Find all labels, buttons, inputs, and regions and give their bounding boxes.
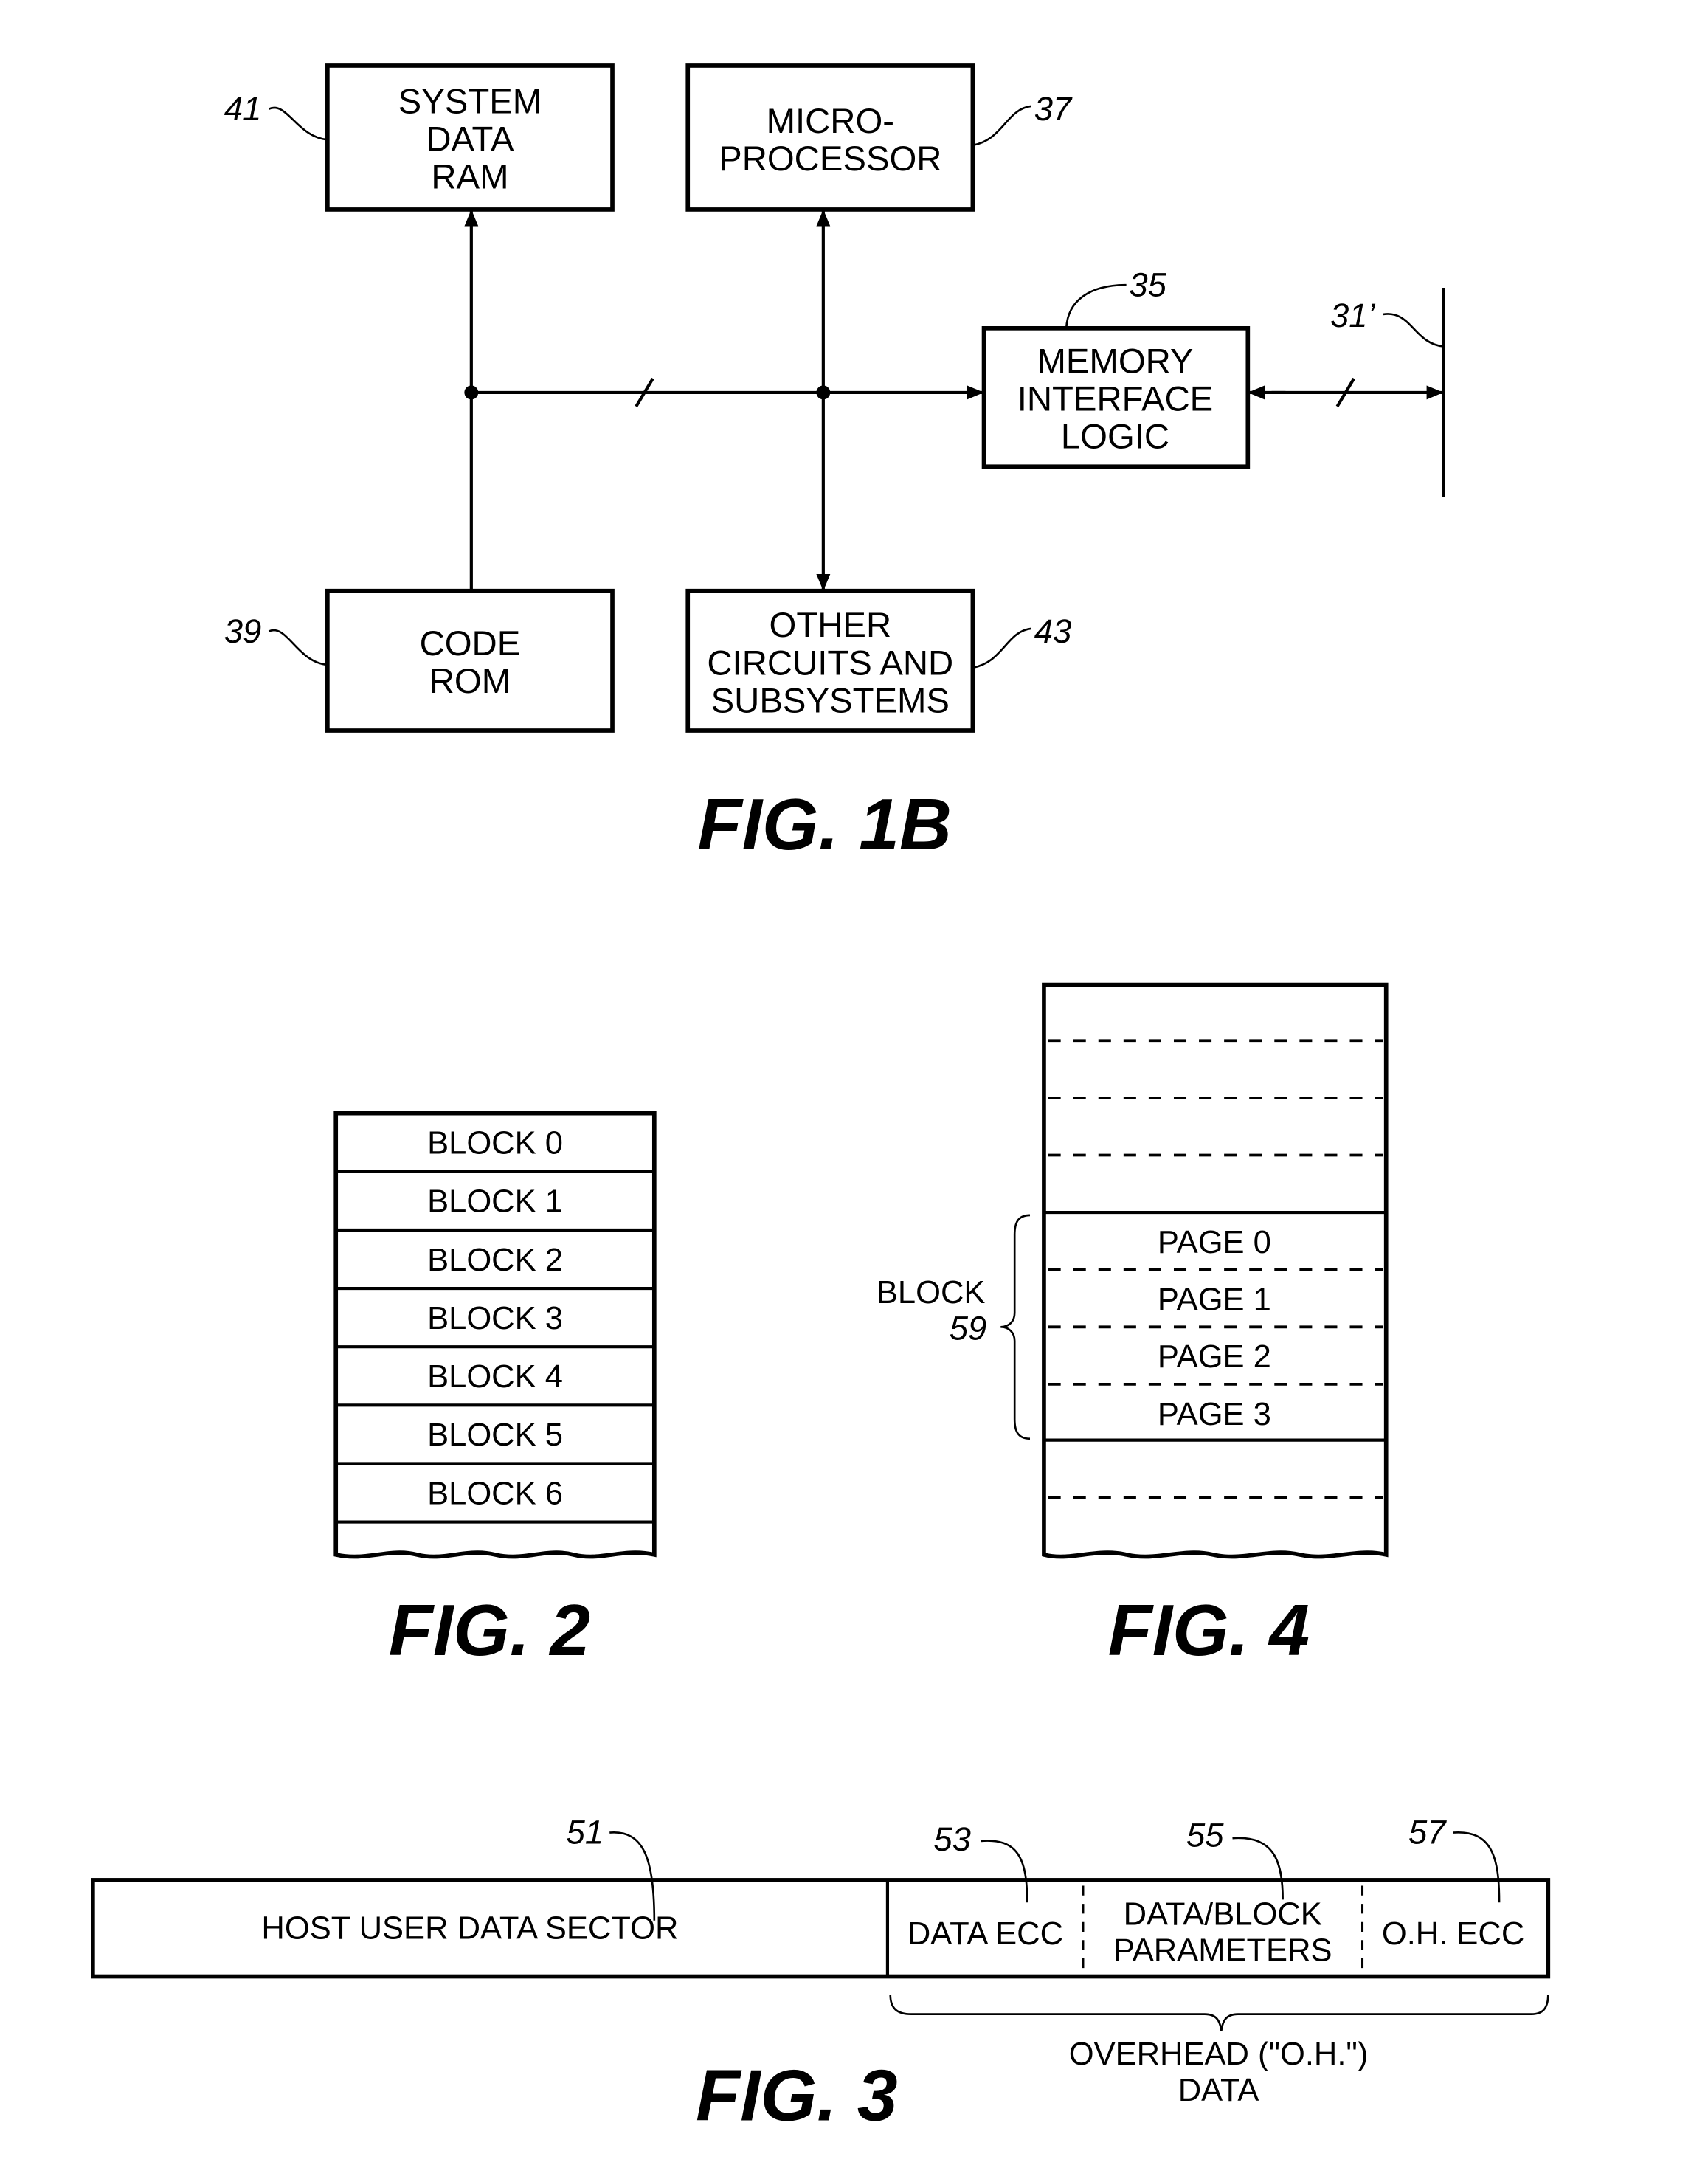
- system-data-ram-line-1: SYSTEM: [398, 82, 542, 121]
- page-0-label: PAGE 0: [1158, 1225, 1271, 1260]
- fig-1b-caption: FIG. 1B: [697, 784, 952, 865]
- block-6-label: BLOCK 6: [427, 1476, 563, 1511]
- memory-interface-line-1: MEMORY: [1037, 342, 1193, 381]
- block-1-label: BLOCK 1: [427, 1184, 563, 1220]
- ref-31-prime: 31’: [1330, 297, 1376, 334]
- block-59-label: BLOCK: [877, 1275, 986, 1310]
- fig-2-caption: FIG. 2: [389, 1589, 590, 1671]
- microprocessor-block: MICRO- PROCESSOR 37: [685, 63, 1073, 212]
- other-circuits-line-2: CIRCUITS AND: [707, 643, 953, 683]
- ref-39: 39: [224, 612, 262, 650]
- system-data-ram-block: SYSTEM DATA RAM 41: [224, 63, 615, 212]
- internal-bus: [464, 209, 984, 591]
- other-circuits-block: OTHER CIRCUITS AND SUBSYSTEMS 43: [685, 588, 1072, 733]
- ref-37: 37: [1034, 90, 1073, 128]
- leader-43: [972, 627, 1032, 669]
- leader-39: [268, 629, 328, 666]
- data-block-params-line-1: DATA/BLOCK: [1124, 1896, 1322, 1932]
- data-ecc-label: DATA ECC: [907, 1916, 1063, 1952]
- code-rom-block: CODE ROM 39: [224, 588, 615, 733]
- leader-41: [268, 106, 328, 141]
- leader-35: [1065, 283, 1127, 328]
- memory-interface-line-3: LOGIC: [1061, 418, 1169, 457]
- block-4-label: BLOCK 4: [427, 1359, 563, 1395]
- ref-43: 43: [1034, 612, 1072, 650]
- memory-interface-line-2: INTERFACE: [1017, 380, 1214, 419]
- block-0-label: BLOCK 0: [427, 1126, 563, 1161]
- patent-drawing-sheet: SYSTEM DATA RAM 41 MICRO- PROCESSOR 37 M…: [91, 63, 1551, 2135]
- code-rom-line-1: CODE: [420, 624, 521, 663]
- data-block-params-line-2: PARAMETERS: [1113, 1933, 1332, 1969]
- oh-ecc-label: O.H. ECC: [1382, 1916, 1524, 1952]
- fig-3-caption: FIG. 3: [696, 2054, 897, 2135]
- fig-3: HOST USER DATA SECTOR DATA ECC DATA/BLOC…: [91, 1814, 1551, 2135]
- ref-57: 57: [1408, 1814, 1447, 1851]
- overhead-label-line-2: DATA: [1178, 2073, 1259, 2108]
- page-2-label: PAGE 2: [1158, 1339, 1271, 1375]
- ref-35: 35: [1129, 266, 1166, 303]
- microprocessor-line-1: MICRO-: [767, 102, 894, 141]
- block-brace: [1000, 1214, 1031, 1440]
- overhead-label-line-1: OVERHEAD ("O.H."): [1069, 2037, 1369, 2072]
- bus-junction-right: [816, 385, 831, 400]
- microprocessor-line-2: PROCESSOR: [719, 139, 941, 179]
- other-circuits-line-1: OTHER: [770, 606, 892, 645]
- fig-4-caption: FIG. 4: [1108, 1589, 1310, 1671]
- leader-37: [972, 105, 1032, 147]
- memory-interface-logic-block: MEMORY INTERFACE LOGIC 35: [981, 266, 1251, 469]
- ref-55: 55: [1186, 1816, 1224, 1854]
- block-2-label: BLOCK 2: [427, 1243, 563, 1278]
- other-circuits-line-3: SUBSYSTEMS: [711, 681, 950, 720]
- host-user-data-sector-label: HOST USER DATA SECTOR: [261, 1910, 678, 1946]
- ref-53: 53: [933, 1820, 971, 1858]
- code-rom-line-2: ROM: [429, 662, 511, 701]
- system-data-ram-line-2: DATA: [426, 120, 514, 159]
- system-data-ram-line-3: RAM: [431, 158, 508, 197]
- overhead-brace: [889, 1995, 1549, 2031]
- fig-4: PAGE 0 PAGE 1 PAGE 2 PAGE 3 BLOCK 59 FIG…: [877, 982, 1389, 1671]
- block-5-label: BLOCK 5: [427, 1417, 563, 1453]
- ref-41: 41: [224, 90, 262, 128]
- bus-junction-left: [464, 385, 479, 400]
- page-3-label: PAGE 3: [1158, 1397, 1271, 1432]
- fig-1b: SYSTEM DATA RAM 41 MICRO- PROCESSOR 37 M…: [224, 63, 1445, 865]
- ref-59: 59: [950, 1309, 987, 1347]
- leader-31: [1383, 313, 1444, 348]
- fig-2: BLOCK 0 BLOCK 1 BLOCK 2 BLOCK 3 BLOCK 4 BLOCK…: [333, 1111, 657, 1671]
- ref-51: 51: [567, 1814, 604, 1851]
- page-1-label: PAGE 1: [1158, 1282, 1271, 1318]
- block-3-label: BLOCK 3: [427, 1301, 563, 1336]
- external-bus: 31’: [1248, 287, 1445, 497]
